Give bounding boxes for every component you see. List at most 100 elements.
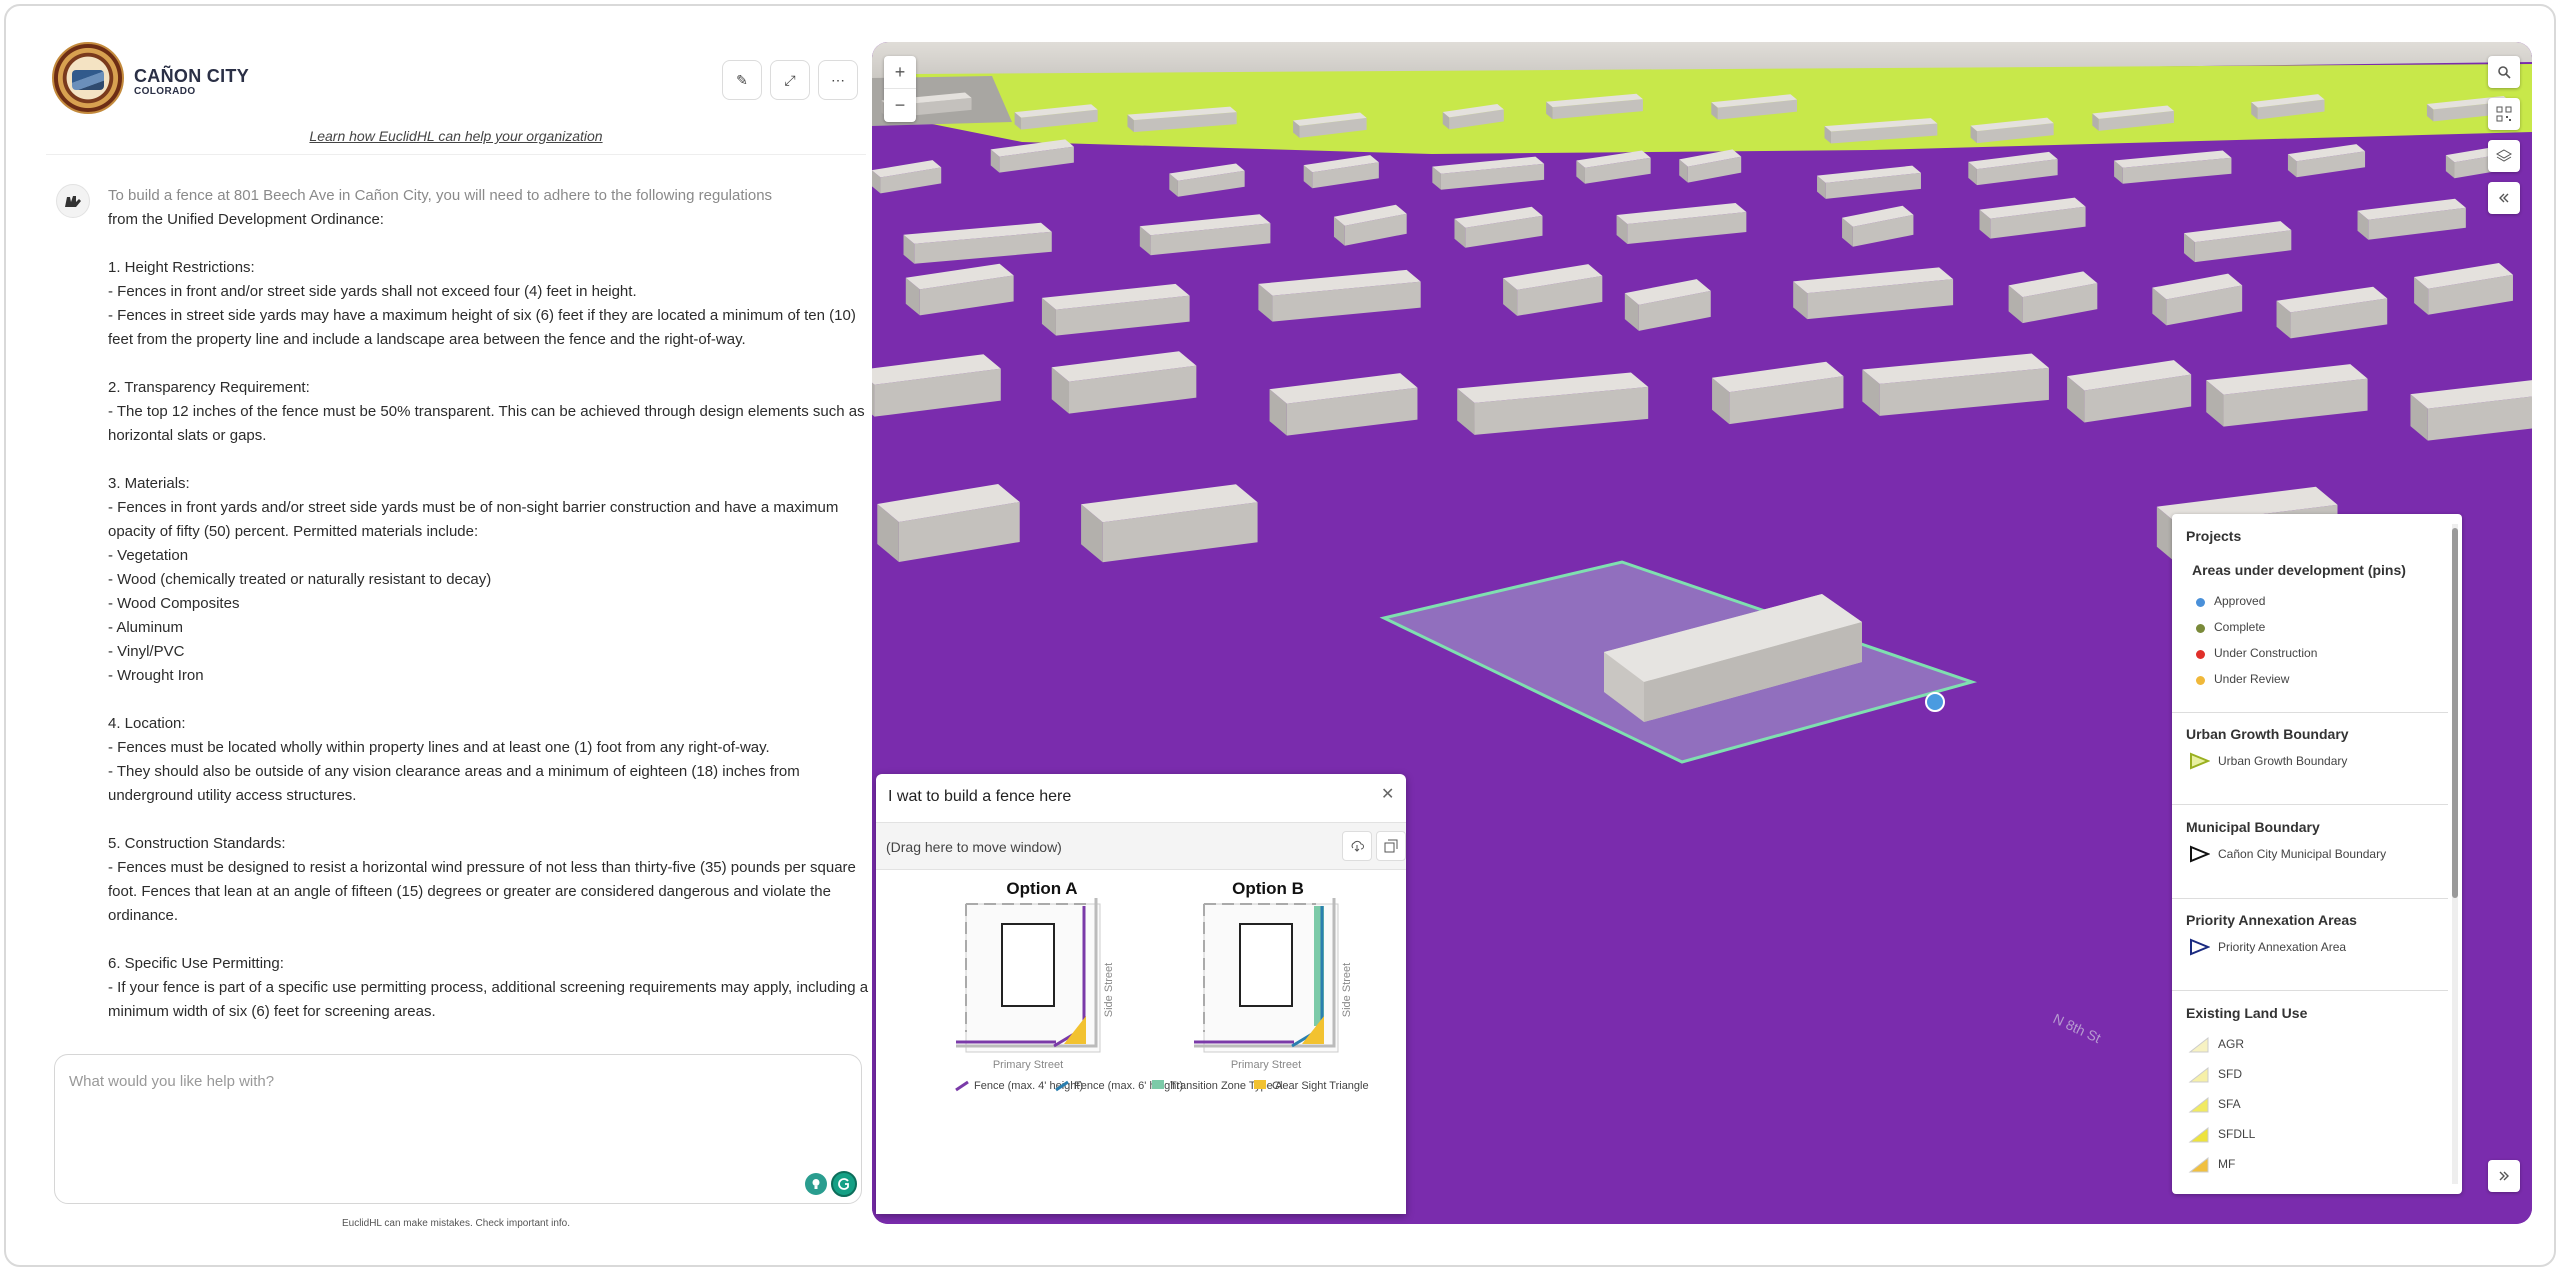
land-use-swatch [2188,1036,2209,1053]
fence-diagram: Option A Option B Side Street Primary St… [955,879,1369,1092]
popout-icon [1384,839,1398,853]
legend-fence6: Fence (max. 6' height) [1074,1080,1183,1092]
legend-pin-construction-swatch [2196,650,2205,659]
map-search-button[interactable] [2488,56,2520,88]
option-b-diagram: Side Street Primary Street [1194,898,1353,1071]
assistant-message: To build a fence at 801 Beech Ave in Cañ… [108,184,878,1068]
legend-pin-construction: Under Construction [2214,646,2318,660]
land-use-swatch [2188,1156,2209,1173]
cloud-download-icon [1351,840,1364,852]
diagram-legend: Fence (max. 4' height) Fence (max. 6' he… [955,1080,1369,1092]
side-street-label-a: Side Street [1103,963,1115,1017]
search-icon [2498,66,2511,79]
double-chevron-left-icon [2499,193,2509,203]
legend-paa-title: Priority Annexation Areas [2186,912,2357,928]
legend-title: Projects [2186,528,2242,544]
org-name: CAÑON CITY [134,66,249,86]
legend-ugb-item: Urban Growth Boundary [2218,754,2348,768]
legend-pin-approved-swatch [2196,598,2205,607]
legend-muni-item: Cañon City Municipal Boundary [2218,847,2387,861]
legend-pin-review: Under Review [2214,672,2290,686]
legend-muni-title: Municipal Boundary [2186,819,2320,835]
land-use-item: SFDLL [2218,1127,2256,1141]
chat-panel: CAÑON CITY COLORADO ✎ ⤢ ⋯ Learn how Eucl… [46,36,913,1265]
more-button[interactable]: ⋯ [818,60,858,100]
municipal-swatch [2190,845,2210,863]
map-legend: Projects Areas under development (pins) … [2172,514,2462,1194]
map-layers-button[interactable] [2488,140,2520,172]
qr-icon [2496,106,2512,122]
edit-button[interactable]: ✎ [722,60,762,100]
double-chevron-right-icon [2499,1171,2509,1181]
layers-icon [2496,149,2512,162]
popout-button[interactable] [1376,831,1406,861]
org-subtitle: COLORADO [134,86,196,97]
legend-pin-review-swatch [2196,676,2205,685]
approved-pin [1925,692,1945,712]
app-frame: CAÑON CITY COLORADO ✎ ⤢ ⋯ Learn how Eucl… [4,4,2556,1267]
legend-separator [2172,712,2448,713]
land-use-item: SFD [2218,1067,2242,1081]
window-title: I wat to build a fence here [888,788,1072,805]
zoom-control: + − [884,56,916,122]
drag-hint: (Drag here to move window) [886,839,1062,855]
primary-street-label-a: Primary Street [993,1059,1063,1071]
expand-icon: ⤢ [784,71,796,88]
legend-sight: Clear Sight Triangle [1272,1080,1369,1092]
legend-separator [2172,898,2448,899]
assistant-avatar [56,184,90,218]
learn-more-link[interactable]: Learn how EuclidHL can help your organiz… [46,128,866,144]
land-use-item: AGR [2218,1037,2245,1051]
annexation-swatch [2190,938,2210,956]
more-icon: ⋯ [831,71,845,88]
legend-pin-complete: Complete [2214,620,2266,634]
pencil-icon: ✎ [736,71,748,88]
header-divider [46,154,866,155]
legend-fence4-swatch [955,1080,969,1092]
download-button[interactable] [1342,831,1372,861]
land-use-item: SFA [2218,1097,2241,1111]
message-intro: To build a fence at 801 Beech Ave in Cañ… [108,187,773,204]
prompt-input[interactable] [69,1073,769,1090]
land-use-swatch [2188,1066,2209,1083]
map-expand-button[interactable] [2488,1160,2520,1192]
legend-pins-title: Areas under development (pins) [2192,562,2406,578]
side-street-label-b: Side Street [1341,963,1353,1017]
hand-icon [65,196,81,207]
land-use-item: MF [2218,1157,2236,1171]
map-view[interactable]: N 8th St + − Projects Areas under develo… [872,42,2532,1224]
grammarly-icon[interactable] [831,1171,857,1197]
legend-separator [2172,804,2448,805]
legend-lu-title: Existing Land Use [2186,1005,2308,1021]
close-icon[interactable]: ✕ [1381,784,1394,804]
prompt-box[interactable] [54,1054,862,1204]
legend-scrollbar-thumb[interactable] [2452,528,2458,898]
legend-ugb-title: Urban Growth Boundary [2186,726,2349,742]
legend-separator [2172,990,2448,991]
message-intro-rest: from the Unified Development Ordinance: [108,211,384,228]
legend-paa-item: Priority Annexation Area [2218,940,2347,954]
zoom-out-button[interactable]: − [884,89,916,122]
legend-transition: Transition Zone Type A [1170,1080,1283,1092]
legend-transition-swatch [1152,1080,1164,1089]
map-qr-button[interactable] [2488,98,2520,130]
option-a-diagram: Side Street Primary Street [956,898,1115,1071]
ugb-swatch [2190,752,2210,770]
map-collapse-button[interactable] [2488,182,2520,214]
primary-street-label-b: Primary Street [1231,1059,1301,1071]
legend-pin-approved: Approved [2214,594,2266,608]
lightbulb-icon[interactable] [805,1173,827,1195]
option-a-title: Option A [1006,879,1077,898]
message-body: 1. Height Restrictions: - Fences in fron… [108,259,869,1020]
land-use-swatch [2188,1096,2209,1113]
window-drag-handle[interactable]: (Drag here to move window) [876,822,1406,870]
disclaimer: EuclidHL can make mistakes. Check import… [341,1218,571,1229]
expand-button[interactable]: ⤢ [770,60,810,100]
zoom-in-button[interactable]: + [884,56,916,89]
fence-options-window: I wat to build a fence here ✕ (Drag here… [876,774,1406,1214]
city-seal-logo [52,42,124,114]
legend-sight-swatch [1254,1080,1266,1089]
option-b-title: Option B [1232,879,1304,898]
land-use-swatch [2188,1126,2209,1143]
legend-pin-complete-swatch [2196,624,2205,633]
